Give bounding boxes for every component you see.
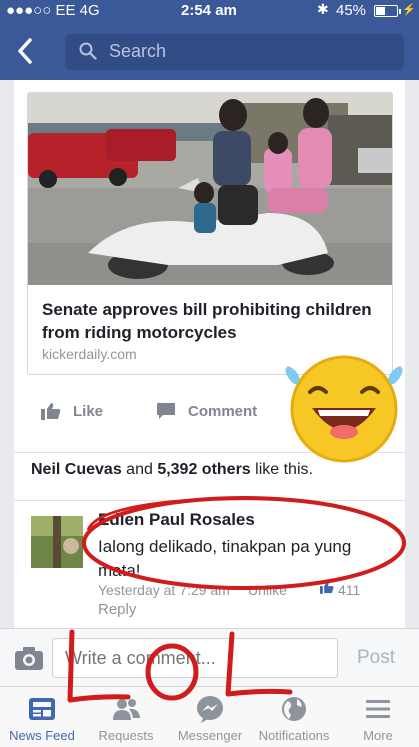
tab-label: Requests: [98, 728, 154, 743]
globe-icon: [282, 697, 306, 721]
article-photo-illustration: [28, 93, 392, 285]
chevron-left-icon: [18, 38, 32, 64]
comment-author[interactable]: Edlen Paul Rosales: [98, 510, 255, 530]
tab-requests[interactable]: Requests: [84, 687, 168, 747]
unlike-button[interactable]: Unlike: [248, 582, 287, 598]
tab-notifications[interactable]: Notifications: [252, 687, 336, 747]
thumbs-up-icon: [41, 403, 61, 420]
news-feed-icon: [29, 698, 55, 720]
menu-icon: [366, 700, 390, 718]
status-bar: ●●●○○ EE 4G 2:54 am ✱ 45% ⚡: [0, 0, 419, 22]
comment-meta: Yesterday at 7:29 am Unlike 411: [98, 581, 360, 598]
like-button[interactable]: Like: [41, 403, 103, 420]
reply-button[interactable]: Reply: [98, 601, 136, 618]
tab-label: News Feed: [9, 728, 75, 743]
camera-icon[interactable]: [14, 645, 44, 671]
article-domain: kickerdaily.com: [42, 346, 137, 362]
post-card: Senate approves bill prohibiting childre…: [14, 80, 405, 628]
divider: [14, 500, 405, 501]
tab-messenger[interactable]: Messenger: [168, 687, 252, 747]
tab-label: Notifications: [258, 728, 330, 743]
tab-label: Messenger: [177, 728, 243, 743]
search-placeholder: Search: [109, 41, 167, 61]
others-count[interactable]: 5,392 others: [157, 461, 250, 478]
back-button[interactable]: [14, 36, 44, 66]
article-photo: [28, 93, 392, 285]
carrier-label: ●●●○○ EE 4G: [6, 2, 100, 19]
tab-more[interactable]: More: [336, 687, 419, 747]
comment-button[interactable]: Comment: [156, 403, 257, 420]
search-icon: [79, 42, 97, 60]
tab-label: More: [363, 728, 393, 743]
avatar-image: [31, 516, 83, 568]
tab-bar: News Feed Requests Messenger Notificatio…: [0, 686, 419, 747]
post-actions: Like Comment: [14, 385, 405, 437]
comment-composer: Post: [0, 628, 419, 686]
likes-connector: and: [121, 461, 158, 478]
like-label: Like: [73, 403, 104, 420]
post-button[interactable]: Post: [357, 647, 395, 669]
tab-news-feed[interactable]: News Feed: [0, 687, 84, 747]
likes-summary[interactable]: Neil Cuevas and 5,392 others like this.: [31, 461, 313, 479]
comment-text: Ialong delikado, tinakpan pa yung mata!: [98, 537, 352, 580]
comment-like-count[interactable]: 411: [338, 582, 360, 598]
clock: 2:54 am: [181, 2, 237, 19]
top-bar: ●●●○○ EE 4G 2:54 am ✱ 45% ⚡ Search: [0, 0, 419, 80]
battery-fill: [376, 7, 385, 15]
charging-icon: ⚡: [402, 4, 416, 16]
comment-timestamp: Yesterday at 7:29 am: [98, 582, 230, 598]
divider: [14, 452, 405, 453]
bluetooth-icon: ✱: [317, 1, 329, 17]
likes-suffix: like this.: [250, 461, 313, 478]
search-bar[interactable]: Search: [65, 34, 404, 70]
battery-icon: [374, 5, 401, 17]
link-preview[interactable]: Senate approves bill prohibiting childre…: [27, 92, 393, 375]
friend-requests-icon: [113, 699, 140, 720]
battery-percent: 45%: [336, 2, 367, 19]
liker-name[interactable]: Neil Cuevas: [31, 461, 122, 478]
comment-like-icon: [320, 581, 334, 597]
article-headline: Senate approves bill prohibiting childre…: [42, 300, 372, 342]
avatar[interactable]: [31, 516, 83, 568]
comment-bubble-icon: [157, 403, 175, 419]
messenger-icon: [197, 696, 223, 723]
comment-input[interactable]: [52, 638, 338, 678]
comment-label: Comment: [188, 403, 258, 420]
